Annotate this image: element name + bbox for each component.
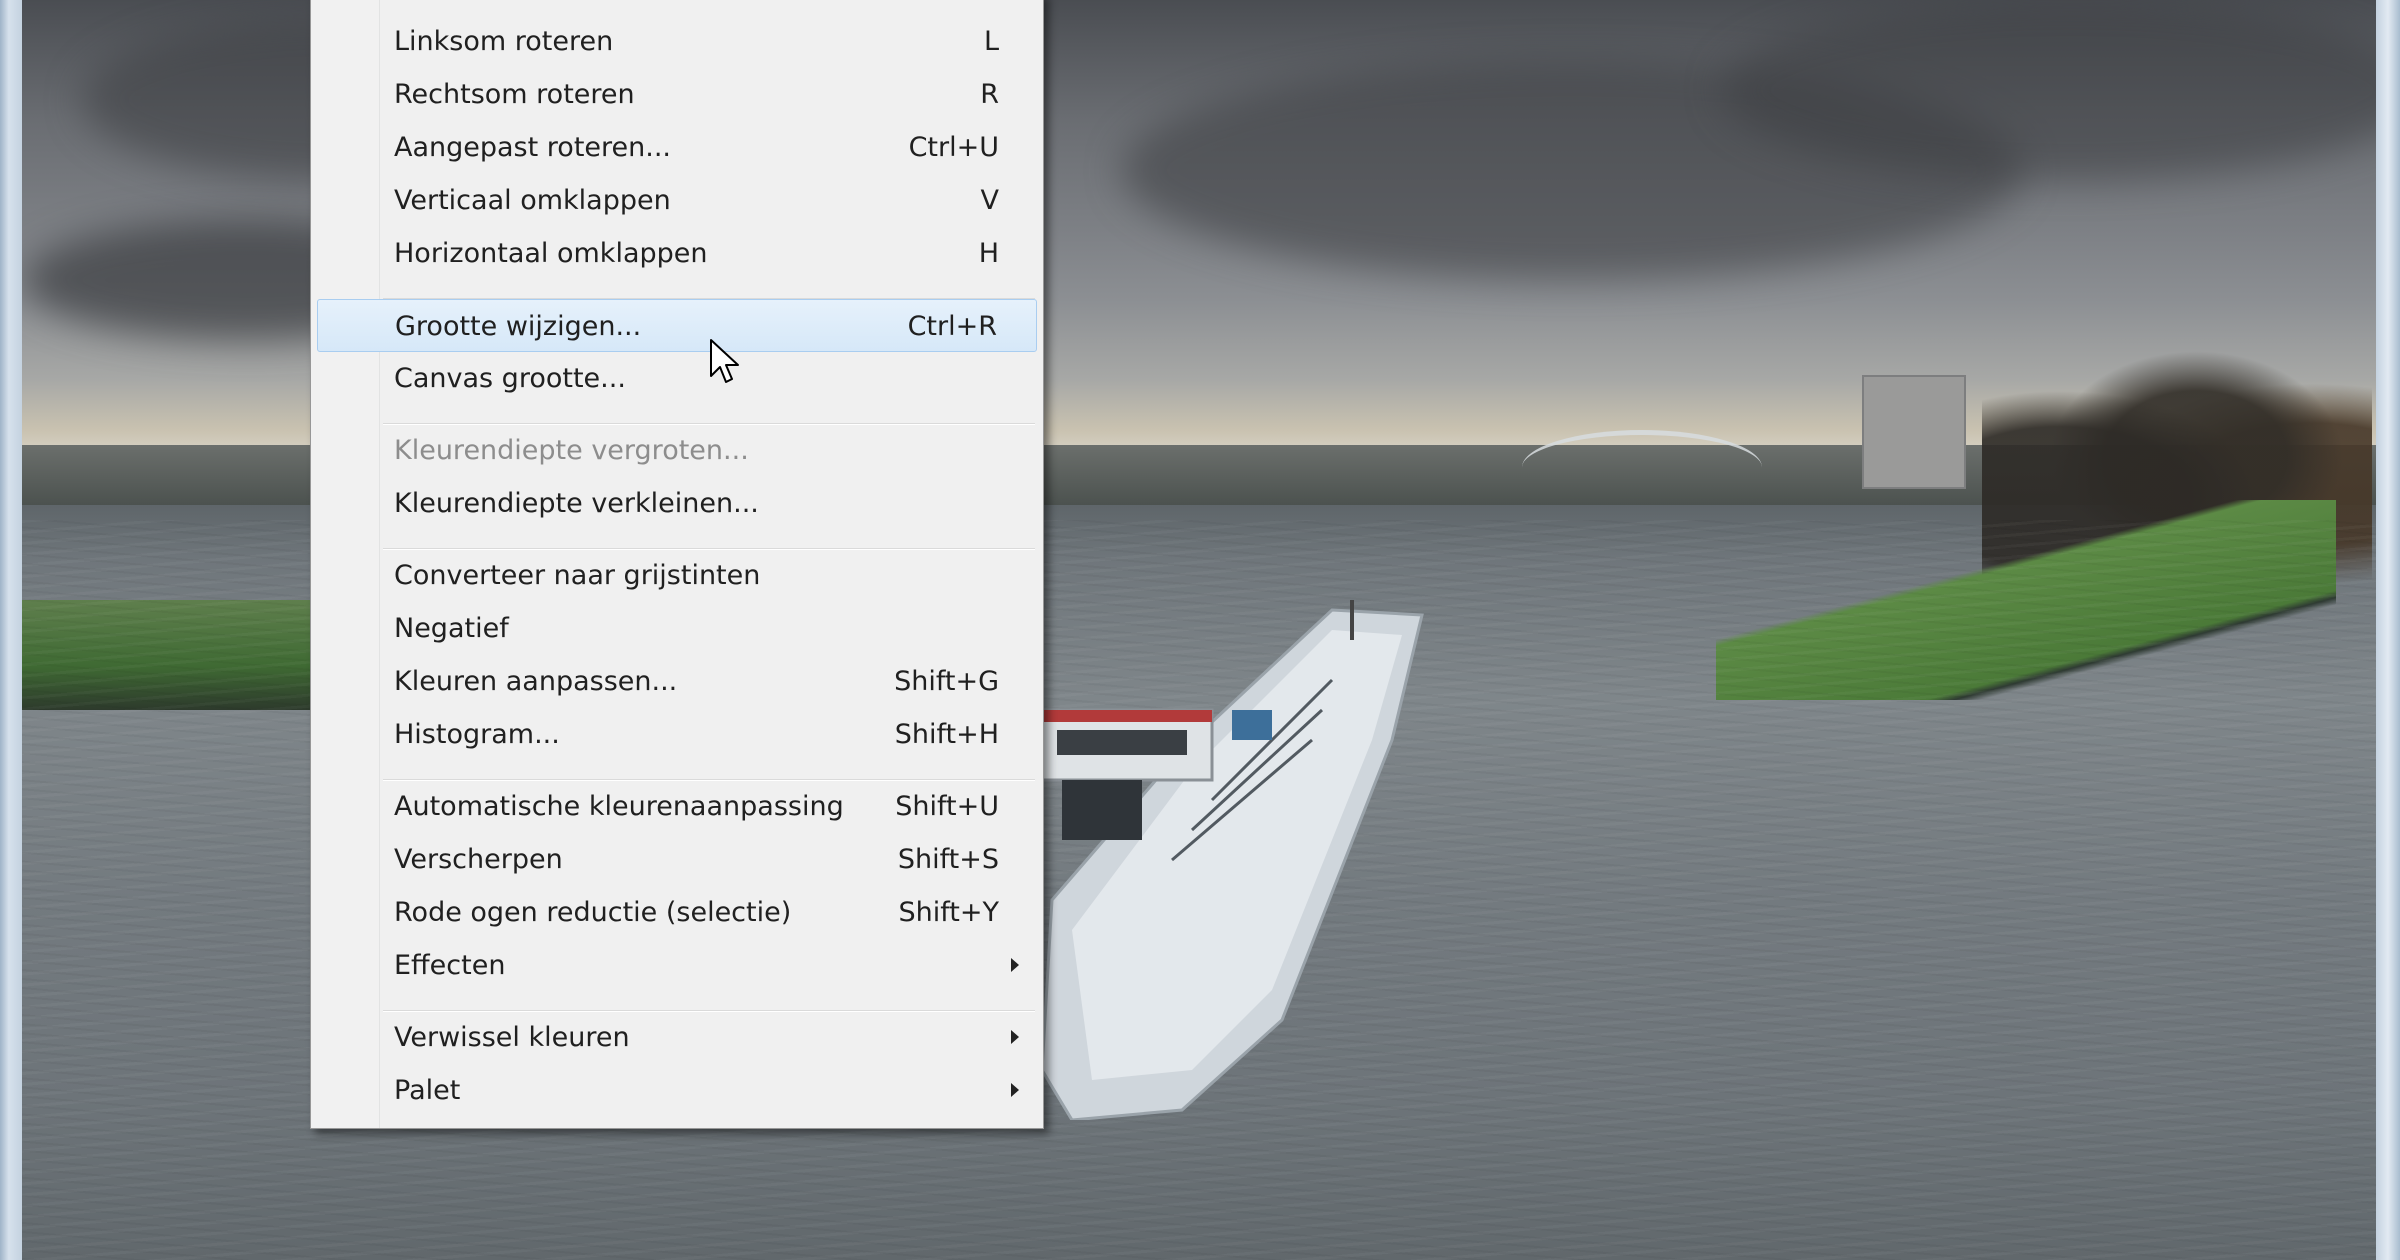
menu-item-shortcut: Shift+Y	[898, 897, 1000, 928]
menu-item-label: Verticaal omklappen	[394, 185, 671, 216]
menu-item-custom-rotate[interactable]: Aangepast roteren... Ctrl+U	[311, 121, 1045, 174]
image-context-menu: Linksom roteren L Rechtsom roteren R Aan…	[310, 0, 1044, 1129]
menu-item-shortcut: H	[978, 238, 999, 269]
menu-item-flip-vertical[interactable]: Verticaal omklappen V	[311, 174, 1045, 227]
menu-item-label: Verwissel kleuren	[394, 1022, 630, 1053]
menu-item-label: Kleuren aanpassen...	[394, 666, 678, 697]
menu-item-shortcut: Ctrl+U	[908, 132, 999, 163]
menu-item-label: Histogram...	[394, 719, 560, 750]
menu-item-histogram[interactable]: Histogram... Shift+H	[311, 708, 1045, 761]
menu-item-label: Rechtsom roteren	[394, 79, 635, 110]
menu-item-label: Converteer naar grijstinten	[394, 560, 761, 591]
menu-item-auto-color-adjust[interactable]: Automatische kleurenaanpassing Shift+U	[311, 780, 1045, 833]
window-frame-left	[0, 0, 22, 1260]
menu-item-shortcut: Shift+U	[895, 791, 999, 822]
menu-item-adjust-colors[interactable]: Kleuren aanpassen... Shift+G	[311, 655, 1045, 708]
submenu-arrow-icon	[1011, 1083, 1019, 1097]
menu-item-palette[interactable]: Palet	[311, 1064, 1045, 1117]
menu-item-shortcut: L	[983, 26, 999, 57]
menu-item-swap-colors[interactable]: Verwissel kleuren	[311, 1011, 1045, 1064]
menu-item-effects[interactable]: Effecten	[311, 939, 1045, 992]
menu-item-negative[interactable]: Negatief	[311, 602, 1045, 655]
building	[1862, 375, 1966, 489]
menu-item-sharpen[interactable]: Verscherpen Shift+S	[311, 833, 1045, 886]
arrow-cursor-icon	[710, 339, 739, 383]
menu-item-red-eye-reduction[interactable]: Rode ogen reductie (selectie) Shift+Y	[311, 886, 1045, 939]
menu-item-rotate-left[interactable]: Linksom roteren L	[311, 15, 1045, 68]
menu-item-decrease-color-depth[interactable]: Kleurendiepte verkleinen...	[311, 477, 1045, 530]
menu-item-rotate-right[interactable]: Rechtsom roteren R	[311, 68, 1045, 121]
menu-item-label: Kleurendiepte vergroten...	[394, 435, 749, 466]
menu-item-label: Linksom roteren	[394, 26, 614, 57]
menu-item-shortcut: Shift+G	[894, 666, 999, 697]
bridge	[1522, 430, 1762, 505]
menu-item-label: Horizontaal omklappen	[394, 238, 708, 269]
menu-item-label: Effecten	[394, 950, 506, 981]
menu-item-shortcut: Shift+H	[894, 719, 999, 750]
menu-item-label: Verscherpen	[394, 844, 563, 875]
window-frame-right	[2376, 0, 2400, 1260]
submenu-arrow-icon	[1011, 958, 1019, 972]
menu-item-shortcut: Shift+S	[897, 844, 999, 875]
barge	[1032, 600, 1452, 1120]
menu-item-label: Aangepast roteren...	[394, 132, 672, 163]
menu-item-increase-color-depth: Kleurendiepte vergroten...	[311, 424, 1045, 477]
menu-item-shortcut: R	[980, 79, 999, 110]
menu-item-label: Automatische kleurenaanpassing	[394, 791, 844, 822]
menu-item-label: Rode ogen reductie (selectie)	[394, 897, 792, 928]
menu-item-shortcut: Ctrl+R	[907, 311, 997, 342]
menu-item-canvas-size[interactable]: Canvas grootte...	[311, 352, 1045, 405]
menu-item-label: Grootte wijzigen...	[395, 311, 642, 342]
menu-item-shortcut: V	[980, 185, 999, 216]
menu-item-grayscale[interactable]: Converteer naar grijstinten	[311, 549, 1045, 602]
menu-item-label: Kleurendiepte verkleinen...	[394, 488, 759, 519]
submenu-arrow-icon	[1011, 1030, 1019, 1044]
menu-item-label: Canvas grootte...	[394, 363, 626, 394]
menu-item-label: Palet	[394, 1075, 461, 1106]
menu-item-flip-horizontal[interactable]: Horizontaal omklappen H	[311, 227, 1045, 280]
menu-item-resize[interactable]: Grootte wijzigen... Ctrl+R	[317, 299, 1037, 352]
menu-item-label: Negatief	[394, 613, 509, 644]
